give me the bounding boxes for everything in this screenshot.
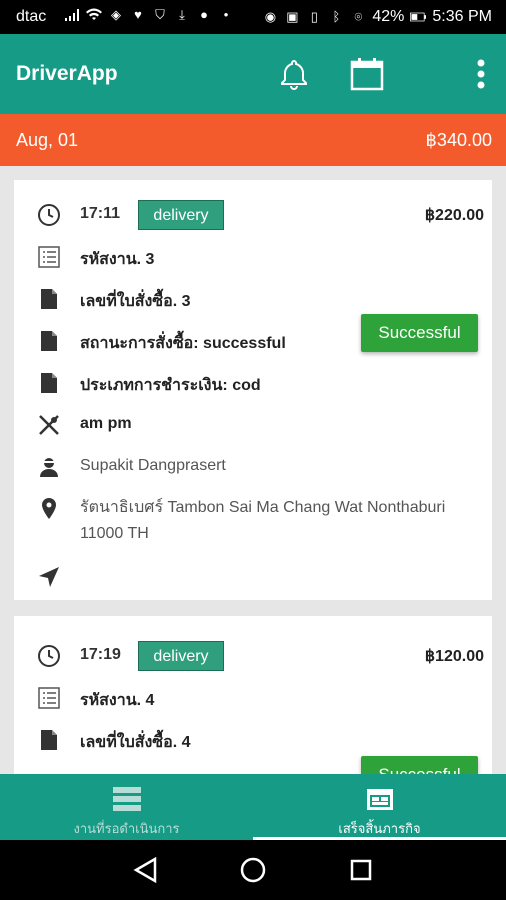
battery-icon xyxy=(410,9,427,25)
notifications-button[interactable] xyxy=(274,54,314,94)
payment-type-row: ประเภทการชำระเงิน: cod xyxy=(14,368,492,398)
document-icon xyxy=(36,286,62,312)
calendar-check-icon xyxy=(367,789,393,810)
list-icon xyxy=(113,787,141,811)
shield-icon: ⛉ xyxy=(155,7,165,22)
vibrate-icon: ▯ xyxy=(310,9,318,24)
signal-icon xyxy=(64,7,80,23)
document-icon xyxy=(36,727,62,753)
nfc-icon: ▣ xyxy=(286,9,299,24)
overflow-menu-button[interactable] xyxy=(461,54,501,94)
eye-icon: ◉ xyxy=(264,9,277,24)
location-pin-icon xyxy=(36,496,62,522)
home-circle-icon xyxy=(240,857,266,883)
app-bar: DriverApp xyxy=(0,34,506,114)
system-navigation-bar xyxy=(0,840,506,900)
tab-completed-jobs[interactable]: เสร็จสิ้นภารกิจ xyxy=(253,774,506,840)
tab-label: เสร็จสิ้นภารกิจ xyxy=(338,821,421,836)
clock-icon xyxy=(36,643,62,669)
customer-name: Supakit Dangprasert xyxy=(80,457,226,474)
order-time-row: 17:19 delivery ฿120.00 xyxy=(14,641,492,671)
date-label: Aug, 01 xyxy=(16,130,79,150)
job-code-row: รหัสงาน. 3 xyxy=(14,242,492,272)
heart-icon: ♥ xyxy=(134,7,142,22)
battery-percent: 42% xyxy=(372,8,405,25)
customer-row: Supakit Dangprasert xyxy=(14,452,492,482)
status-bar: dtac ◈ ♥ ⛉ ⤓ ● • ◉ ▣ ▯ ᛒ ⌾ 42% 5:36 PM xyxy=(0,0,506,34)
location-dot-icon: ◈ xyxy=(111,7,121,22)
delivery-address: รัตนาธิเบศร์ Tambon Sai Ma Chang Wat Non… xyxy=(80,499,446,542)
order-number: เลขที่ใบสั่งซื้อ. 3 xyxy=(80,293,191,310)
clock: 5:36 PM xyxy=(432,8,492,25)
job-code-row: รหัสงาน. 4 xyxy=(14,683,492,713)
notification-icons: ◈ ♥ ⛉ ⤓ ● • xyxy=(64,7,234,23)
clock-icon xyxy=(36,202,62,228)
system-icons: ◉ ▣ ▯ ᛒ ⌾ 42% 5:36 PM xyxy=(262,8,492,26)
person-icon xyxy=(36,454,62,480)
tab-label: งานที่รอดำเนินการ xyxy=(73,821,180,836)
order-type-badge: delivery xyxy=(138,200,224,230)
restaurant-icon xyxy=(36,412,62,438)
list-icon xyxy=(36,685,62,711)
order-amount: ฿120.00 xyxy=(424,648,484,665)
tab-pending-jobs[interactable]: งานที่รอดำเนินการ xyxy=(0,774,253,840)
successful-button[interactable]: Successful xyxy=(361,314,478,352)
job-code: รหัสงาน. 4 xyxy=(80,692,155,709)
document-icon xyxy=(36,328,62,354)
calendar-icon xyxy=(350,58,384,91)
order-number-row: เลขที่ใบสั่งซื้อ. 3 xyxy=(14,284,492,314)
successful-button[interactable]: Successful xyxy=(361,756,478,774)
date-summary-bar: Aug, 01 ฿340.00 xyxy=(0,114,506,166)
back-button[interactable] xyxy=(130,855,160,885)
order-list[interactable]: 17:11 delivery ฿220.00 รหัสงาน. 3 เลขที่… xyxy=(0,166,506,774)
chat-icon: ● xyxy=(200,7,208,22)
order-time: 17:11 xyxy=(80,205,121,222)
bell-icon xyxy=(281,59,307,90)
wifi-icon xyxy=(86,7,102,23)
order-time: 17:19 xyxy=(80,646,121,663)
gps-icon: ⌾ xyxy=(354,9,363,24)
order-number: เลขที่ใบสั่งซื้อ. 4 xyxy=(80,734,191,751)
order-amount: ฿220.00 xyxy=(424,207,484,224)
calendar-button[interactable] xyxy=(347,54,387,94)
daily-total: ฿340.00 xyxy=(425,130,492,150)
order-card[interactable]: 17:11 delivery ฿220.00 รหัสงาน. 3 เลขที่… xyxy=(14,180,492,600)
order-time-row: 17:11 delivery ฿220.00 xyxy=(14,200,492,230)
order-type-badge: delivery xyxy=(138,641,224,671)
bottom-navigation: งานที่รอดำเนินการ เสร็จสิ้นภารกิจ xyxy=(0,774,506,840)
home-button[interactable] xyxy=(238,855,268,885)
document-icon xyxy=(36,370,62,396)
order-card[interactable]: 17:19 delivery ฿120.00 รหัสงาน. 4 เลขที่… xyxy=(14,616,492,774)
payment-type: ประเภทการชำระเงิน: cod xyxy=(80,377,261,394)
order-status: สถานะการสั่งซื้อ: successful xyxy=(80,335,286,352)
recents-button[interactable] xyxy=(346,855,376,885)
list-icon xyxy=(36,244,62,270)
carrier-label: dtac xyxy=(16,8,47,25)
job-code: รหัสงาน. 3 xyxy=(80,251,155,268)
recents-square-icon xyxy=(350,859,372,881)
navigate-row[interactable] xyxy=(14,562,492,592)
restaurant-row: am pm xyxy=(14,410,492,440)
order-number-row: เลขที่ใบสั่งซื้อ. 4 xyxy=(14,725,492,755)
app-title: DriverApp xyxy=(16,62,118,85)
bluetooth-icon: ᛒ xyxy=(332,9,341,24)
restaurant-name: am pm xyxy=(80,415,132,432)
back-triangle-icon xyxy=(133,857,157,883)
navigation-arrow-icon[interactable] xyxy=(36,564,62,590)
download-icon: ⤓ xyxy=(179,7,185,22)
more-notifications-icon: • xyxy=(223,7,229,22)
more-vert-icon xyxy=(477,59,485,89)
